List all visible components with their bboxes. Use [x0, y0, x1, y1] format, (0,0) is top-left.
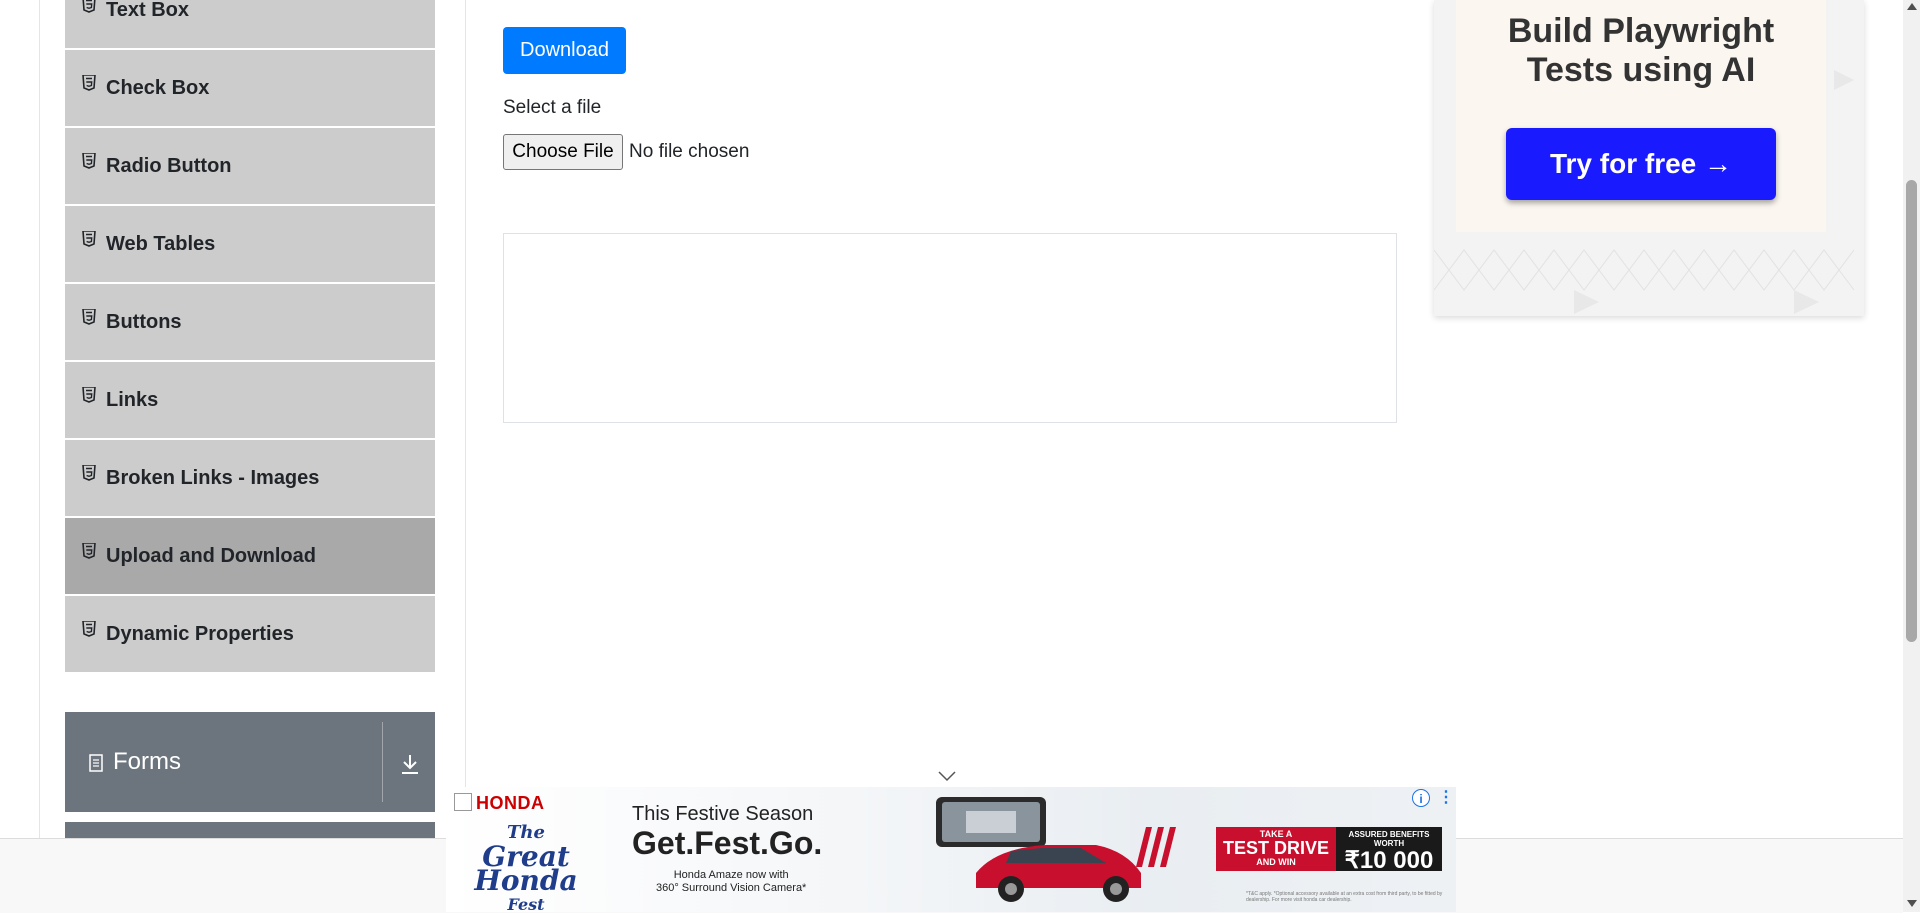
try-for-free-button[interactable]: Try for free → — [1506, 128, 1776, 200]
group-header-divider — [382, 722, 383, 802]
download-arrow-icon[interactable] — [399, 752, 421, 776]
ad-subtext-line1: Honda Amaze now with — [673, 869, 789, 881]
test-drive-badge: TAKE A TEST DRIVE AND WIN — [1216, 827, 1336, 871]
ad-right-banner[interactable]: Build Playwright Tests using AI Try for … — [1434, 0, 1864, 316]
sidebar-item-label: Web Tables — [106, 232, 216, 255]
sidebar-item-label: Text Box — [106, 0, 189, 21]
sidebar-item-check-box[interactable]: Check Box — [65, 50, 435, 128]
sidebar-item-label: Buttons — [106, 310, 182, 333]
ad-more-options-icon[interactable]: ⋮ — [1438, 789, 1454, 807]
honda-emblem-icon — [454, 793, 472, 811]
scroll-up-arrow-icon[interactable] — [1907, 3, 1917, 10]
html5-icon — [82, 0, 96, 13]
html5-icon — [82, 621, 96, 637]
ad-headline-line1: Build Playwright — [1507, 12, 1775, 50]
document-icon — [89, 754, 103, 772]
html5-icon — [82, 387, 96, 403]
file-status-text: No file chosen — [629, 141, 750, 162]
red-stripes-graphic — [1136, 827, 1176, 867]
sidebar-item-broken-links-images[interactable]: Broken Links - Images — [65, 440, 435, 518]
left-column-border — [39, 0, 40, 838]
chevron-down-icon[interactable] — [937, 770, 957, 782]
ad-headline-line2: Tests using AI — [1526, 51, 1756, 89]
scrollbar-thumb[interactable] — [1906, 180, 1917, 642]
html5-icon — [82, 75, 96, 91]
sidebar-item-radio-button[interactable]: Radio Button — [65, 128, 435, 206]
html5-icon — [82, 309, 96, 325]
group-header-forms[interactable]: Forms — [65, 712, 435, 812]
html5-icon — [82, 231, 96, 247]
sidebar-right-border — [465, 0, 466, 838]
great-honda-fest-logo: The Great Honda Fest — [456, 821, 596, 912]
benefits-small: ASSURED BENEFITS WORTH — [1348, 830, 1430, 848]
fest-line2: Great Honda — [474, 840, 578, 897]
sidebar-item-buttons[interactable]: Buttons — [65, 284, 435, 362]
sidebar-item-label: Radio Button — [106, 154, 232, 177]
test-drive-big: TEST DRIVE — [1222, 838, 1329, 858]
sidebar-item-label: Links — [106, 388, 159, 411]
download-button[interactable]: Download — [503, 27, 626, 74]
ad-bottom-banner[interactable]: HONDA The Great Honda Fest This Festive … — [446, 787, 1456, 912]
benefits-value: ₹10 000 — [1344, 847, 1434, 874]
sidebar-item-dynamic-properties[interactable]: Dynamic Properties — [65, 596, 435, 674]
honda-brand-text: HONDA — [476, 793, 545, 813]
ad-headline-getfest: Get.Fest.Go. — [632, 825, 823, 861]
select-file-label: Select a file — [503, 97, 602, 118]
ad-subtext: Honda Amaze now with 360° Surround Visio… — [656, 869, 806, 895]
sidebar-item-text-box[interactable]: Text Box — [65, 0, 435, 50]
ad-headline: Build Playwright Tests using AI — [1456, 12, 1826, 90]
choose-file-button[interactable]: Choose File — [503, 134, 623, 170]
ad-subtext-line2: 360° Surround Vision Camera* — [656, 882, 807, 894]
sidebar-item-upload-and-download[interactable]: Upload and Download — [65, 518, 435, 596]
html5-icon — [82, 543, 96, 559]
html5-icon — [82, 465, 96, 481]
page-scrollbar[interactable] — [1903, 0, 1920, 912]
upload-result-box — [503, 233, 1397, 423]
sidebar-item-web-tables[interactable]: Web Tables — [65, 206, 435, 284]
sidebar-item-label: Check Box — [106, 76, 210, 99]
test-drive-win: AND WIN — [1256, 857, 1296, 867]
ad-disclaimer: *T&C apply. *Optional accessory availabl… — [1246, 891, 1443, 903]
ad-tagline: This Festive Season — [632, 803, 814, 825]
sidebar-menu: Text Box Check Box Radio Button Web Tables B… — [65, 0, 435, 674]
html5-icon — [82, 153, 96, 169]
ad-info-icon[interactable]: i — [1412, 789, 1430, 807]
sidebar-item-label: Dynamic Properties — [106, 622, 294, 645]
honda-logo: HONDA — [454, 793, 545, 814]
scroll-down-arrow-icon[interactable] — [1907, 900, 1917, 907]
sidebar-item-links[interactable]: Links — [65, 362, 435, 440]
group-header-label: Forms — [113, 748, 181, 775]
benefits-badge: ASSURED BENEFITS WORTH ₹10 000 — [1336, 827, 1442, 874]
sidebar-item-label: Upload and Download — [106, 544, 316, 567]
sidebar-item-label: Broken Links - Images — [106, 466, 320, 489]
